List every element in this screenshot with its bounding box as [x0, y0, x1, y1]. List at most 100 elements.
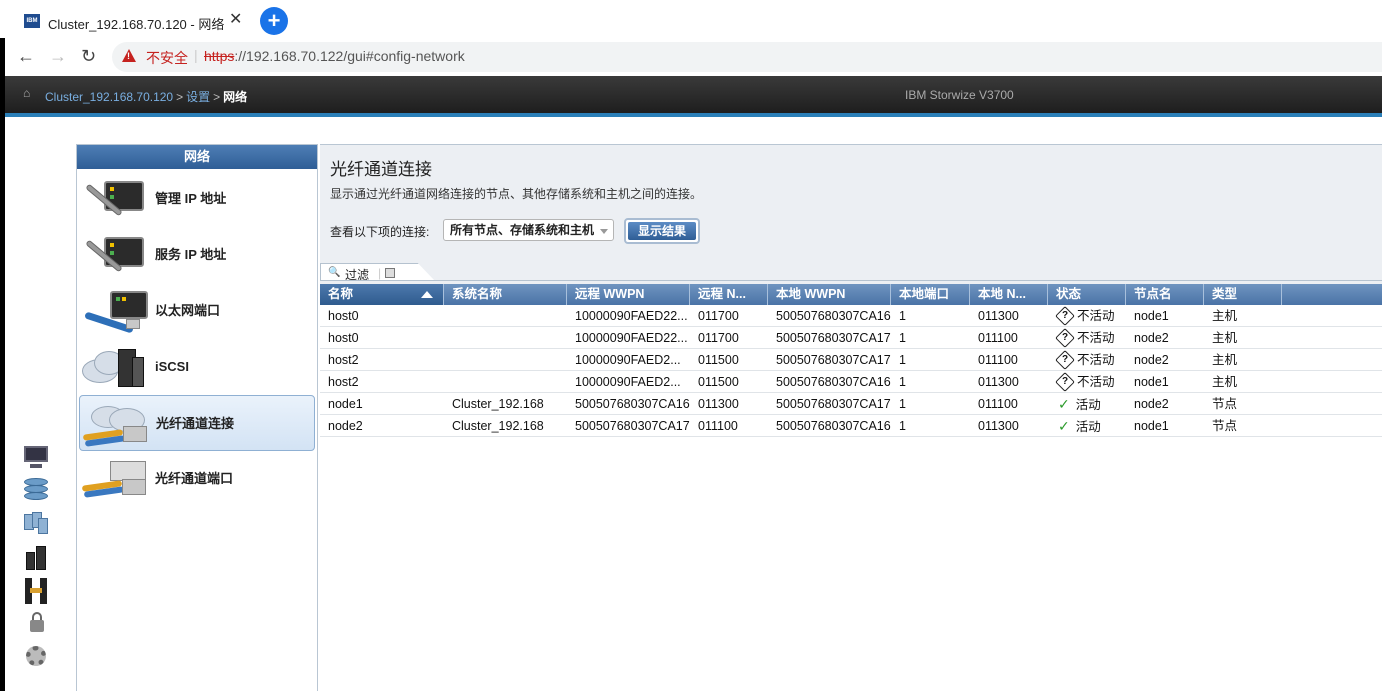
column-header-state[interactable]: 状态 [1048, 284, 1126, 305]
column-header-name[interactable]: 名称 [320, 284, 444, 305]
search-icon: 🔍 [328, 267, 341, 278]
url-text[interactable]: https://192.168.70.122/gui#config-networ… [204, 48, 465, 64]
column-header-label: 远程 N... [698, 287, 746, 301]
cell-name: node1 [328, 397, 363, 411]
cell-local-n: 011100 [978, 353, 1018, 367]
column-header-label: 节点名 [1134, 287, 1172, 301]
url-separator: | [194, 47, 198, 63]
cell-type: 节点 [1212, 419, 1238, 433]
cell-node: node2 [1134, 331, 1169, 345]
volumes-icon[interactable] [22, 510, 50, 538]
cell-local-wwpn: 500507680307CA17 [776, 397, 891, 411]
breadcrumb-cluster[interactable]: Cluster_192.168.70.120 [45, 90, 173, 104]
nav-label: 管理 IP 地址 [155, 191, 227, 206]
show-results-button[interactable]: 显示结果 [624, 218, 700, 244]
nav-item-fibre-channel-ports[interactable]: 光纤通道端口 [79, 451, 315, 507]
cell-system [444, 371, 567, 393]
back-arrow-icon[interactable]: ← [17, 45, 35, 67]
cell-remote-wwpn: 10000090FAED22... [575, 331, 688, 345]
view-connections-select[interactable]: 所有节点、存储系统和主机 [443, 219, 614, 241]
cell-remote-wwpn: 10000090FAED2... [575, 353, 681, 367]
table-row[interactable]: host2 10000090FAED2... 011500 500507680307C… [320, 371, 1382, 393]
cell-local-n: 011300 [978, 375, 1019, 389]
monitoring-icon[interactable] [22, 444, 50, 472]
column-header-node-name[interactable]: 节点名 [1126, 284, 1204, 305]
cell-node: node1 [1134, 419, 1169, 433]
column-header-label: 名称 [328, 287, 354, 301]
browser-tab[interactable]: IBM Cluster_192.168.70.120 - 网络 ✕ [0, 0, 255, 42]
access-lock-icon[interactable] [22, 610, 50, 638]
save-filter-icon[interactable] [385, 268, 395, 278]
cell-remote-n: 011700 [698, 309, 739, 323]
table-row[interactable]: node2 Cluster_192.168 500507680307CA17 0111… [320, 415, 1382, 437]
new-tab-plus-icon[interactable]: + [260, 7, 288, 35]
cell-state: ✓ 活动 [1048, 415, 1126, 437]
breadcrumb-separator: > [213, 90, 221, 104]
cell-type: 主机 [1212, 331, 1238, 345]
nav-label: 以太网端口 [155, 303, 221, 318]
column-header-local-wwpn[interactable]: 本地 WWPN [768, 284, 891, 305]
reload-icon[interactable]: ↻ [81, 45, 96, 67]
copy-services-icon[interactable] [22, 576, 50, 604]
breadcrumb-settings[interactable]: 设置 [186, 90, 210, 104]
nav-item-service-ip[interactable]: 服务 IP 地址 [79, 227, 315, 283]
column-header-system-name[interactable]: 系统名称 [444, 284, 567, 305]
column-header-remote-nport[interactable]: 远程 N... [690, 284, 768, 305]
cell-type: 主机 [1212, 375, 1238, 389]
column-header-local-port[interactable]: 本地端口 [891, 284, 970, 305]
nav-item-ethernet-ports[interactable]: 以太网端口 [79, 283, 315, 339]
breadcrumb-network: 网络 [223, 90, 248, 104]
cell-system [444, 327, 567, 349]
app-header: ⌂ Cluster_192.168.70.120 > 设置 > 网络 IBM Storw… [5, 76, 1382, 113]
cell-type: 主机 [1212, 309, 1238, 323]
nav-label: 服务 IP 地址 [155, 247, 227, 262]
settings-gear-icon[interactable] [22, 642, 50, 670]
table-row[interactable]: node1 Cluster_192.168 500507680307CA16 0113… [320, 393, 1382, 415]
cell-remote-wwpn: 10000090FAED22... [575, 309, 688, 323]
column-header-label: 本地端口 [899, 287, 950, 301]
cell-remote-n: 011500 [698, 353, 739, 367]
unknown-status-icon: ? [1055, 372, 1075, 392]
table-row[interactable]: host0 10000090FAED22... 011700 500507680307… [320, 305, 1382, 327]
chevron-down-icon [600, 229, 608, 234]
cell-local-n: 011300 [978, 309, 1019, 323]
cell-remote-n: 011500 [698, 375, 739, 389]
column-header-remote-wwpn[interactable]: 远程 WWPN [567, 284, 690, 305]
column-header-local-nport[interactable]: 本地 N... [970, 284, 1048, 305]
column-header-label: 远程 WWPN [575, 287, 645, 301]
column-header-label: 类型 [1212, 287, 1238, 301]
filter-tab[interactable]: 🔍 过滤 | [320, 263, 435, 281]
cell-node: node1 [1134, 309, 1169, 323]
hosts-icon[interactable] [22, 544, 50, 572]
cell-local-wwpn: 500507680307CA17 [776, 331, 891, 345]
nav-label: 光纤通道连接 [156, 416, 235, 431]
service-ip-icon [82, 233, 152, 279]
product-name: IBM Storwize V3700 [905, 88, 1014, 102]
nav-item-iscsi[interactable]: iSCSI [79, 339, 315, 395]
cell-remote-wwpn: 500507680307CA17 [575, 419, 690, 433]
cell-name: node2 [328, 419, 363, 433]
pools-icon[interactable] [22, 476, 50, 504]
column-header-label: 系统名称 [452, 287, 503, 301]
nav-panel-title: 网络 [77, 145, 317, 169]
cell-type: 节点 [1212, 397, 1238, 411]
cell-state: ? 不活动 [1048, 349, 1126, 371]
header-accent-stripe [5, 113, 1382, 117]
address-bar: ← → ↻ 不安全 | https://192.168.70.122/gui#c… [0, 42, 1382, 72]
forward-arrow-icon[interactable]: → [49, 45, 67, 67]
nav-label: 光纤通道端口 [155, 471, 234, 486]
breadcrumb: Cluster_192.168.70.120 > 设置 > 网络 [45, 88, 247, 105]
column-header-type[interactable]: 类型 [1204, 284, 1282, 305]
nav-item-fibre-channel-connectivity[interactable]: 光纤通道连接 [79, 395, 315, 451]
main-content: 光纤通道连接 显示通过光纤通道网络连接的节点、其他存储系统和主机之间的连接。 查… [320, 144, 1382, 692]
view-connections-label: 查看以下项的连接: [330, 225, 430, 239]
home-icon[interactable]: ⌂ [23, 87, 35, 99]
table-row[interactable]: host0 10000090FAED22... 011700 500507680307… [320, 327, 1382, 349]
close-icon[interactable]: ✕ [229, 11, 242, 29]
url-omnibox[interactable]: 不安全 | https://192.168.70.122/gui#config-… [112, 42, 1382, 72]
cell-state: ? 不活动 [1048, 327, 1126, 349]
table-row[interactable]: host2 10000090FAED2... 011500 500507680307C… [320, 349, 1382, 371]
breadcrumb-separator: > [176, 90, 184, 104]
nav-item-management-ip[interactable]: 管理 IP 地址 [79, 171, 315, 227]
insecure-label[interactable]: 不安全 [146, 48, 188, 68]
